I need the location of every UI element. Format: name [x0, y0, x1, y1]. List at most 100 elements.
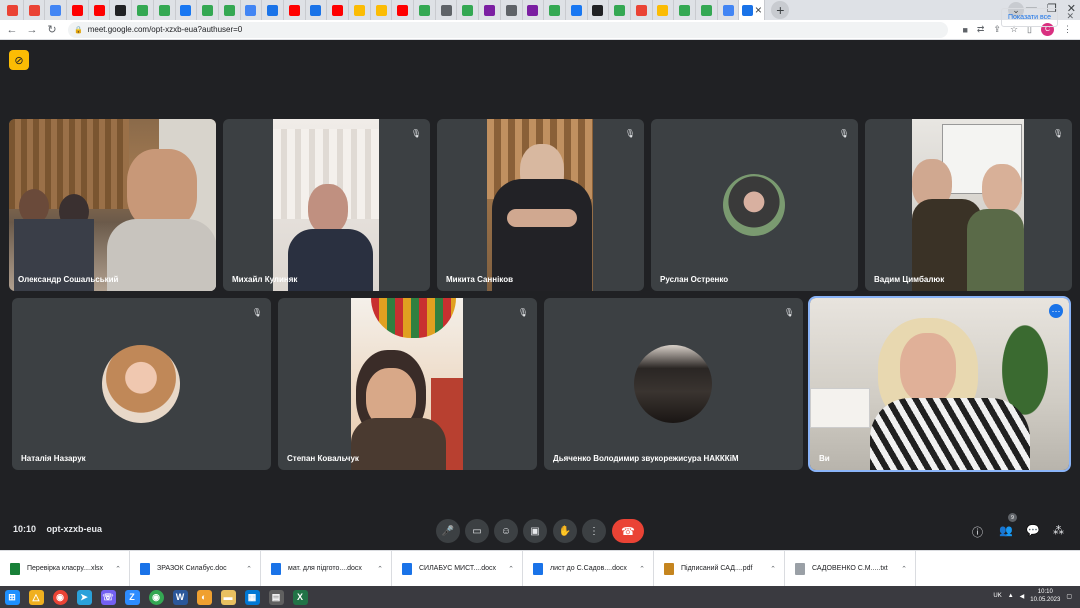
meeting-details-icon[interactable]: ⓘ: [972, 524, 983, 540]
browser-tab[interactable]: [327, 0, 349, 20]
menu-icon[interactable]: ⋮: [1063, 24, 1072, 35]
chevron-up-icon[interactable]: ⌃: [770, 565, 776, 573]
download-item[interactable]: Підписаний САД....pdf ⌃: [654, 550, 785, 587]
participant-tile[interactable]: 🎙 Дьяченко Володимир звукорежисура НАККК…: [544, 298, 803, 470]
more-options-button[interactable]: ⋮: [582, 519, 606, 543]
browser-tab[interactable]: [110, 0, 133, 20]
clock[interactable]: 10:10 10.05.2023: [1030, 588, 1060, 604]
chevron-up-icon[interactable]: ⌃: [115, 565, 121, 573]
browser-tab[interactable]: [457, 0, 480, 20]
browser-tab[interactable]: [414, 0, 436, 20]
back-icon[interactable]: ←: [4, 24, 20, 36]
participant-tile[interactable]: Олександр Сошальський: [9, 119, 216, 291]
browser-tab[interactable]: [392, 0, 415, 20]
language-indicator[interactable]: UK: [993, 593, 1001, 599]
chevron-up-icon[interactable]: ⌃: [246, 565, 252, 573]
browser-tab[interactable]: [609, 0, 631, 20]
show-all-downloads-button[interactable]: Показати все: [1001, 8, 1058, 27]
new-tab-button[interactable]: +: [771, 1, 790, 19]
address-bar[interactable]: 🔒 meet.google.com/opt-xzxb-eua?authuser=…: [68, 21, 948, 38]
browser-tab[interactable]: [501, 0, 523, 20]
browser-tab[interactable]: [241, 0, 263, 20]
browser-tab[interactable]: [197, 0, 219, 20]
forward-icon[interactable]: →: [24, 24, 40, 36]
browser-tab[interactable]: [262, 0, 284, 20]
taskbar-app[interactable]: ◉: [144, 586, 168, 608]
browser-tab[interactable]: [284, 0, 306, 20]
taskbar-app[interactable]: ◉: [48, 586, 72, 608]
reactions-button[interactable]: ☺: [494, 519, 518, 543]
leave-call-button[interactable]: ☎: [612, 519, 644, 543]
host-controls-icon[interactable]: ⊘: [9, 50, 29, 70]
browser-tab[interactable]: [436, 0, 458, 20]
browser-tab[interactable]: [696, 0, 718, 20]
taskbar-app[interactable]: ➤: [72, 586, 96, 608]
participant-tile[interactable]: 🎙 Наталія Назарук: [12, 298, 271, 470]
chevron-up-icon[interactable]: ⌃: [639, 565, 645, 573]
browser-tab[interactable]: [132, 0, 154, 20]
browser-tab[interactable]: [371, 0, 393, 20]
taskbar-app[interactable]: X: [288, 586, 312, 608]
browser-tab[interactable]: [89, 0, 111, 20]
camera-status-icon[interactable]: ■: [962, 25, 967, 35]
browser-tab[interactable]: [219, 0, 241, 20]
browser-tab[interactable]: [718, 0, 740, 20]
taskbar-app[interactable]: Z: [120, 586, 144, 608]
taskbar-app[interactable]: △: [24, 586, 48, 608]
participant-tile[interactable]: 🎙 Вадим Цимбалюк: [865, 119, 1072, 291]
participant-tile[interactable]: 🎙 Микита Санніков: [437, 119, 644, 291]
download-item[interactable]: лист до С.Садов....docx ⌃: [523, 550, 654, 587]
participant-tile[interactable]: 🎙 Руслан Остренко: [651, 119, 858, 291]
download-item[interactable]: Перевірка класру....xlsx ⌃: [0, 550, 130, 587]
browser-tab[interactable]: [653, 0, 675, 20]
network-icon[interactable]: ▲: [1008, 593, 1014, 599]
download-item[interactable]: САДОВЕНКО С.М.....txt ⌃: [785, 550, 916, 587]
chevron-up-icon[interactable]: ⌃: [508, 565, 514, 573]
browser-tab[interactable]: [67, 0, 89, 20]
more-options-icon[interactable]: ⋯: [1049, 304, 1063, 318]
browser-tab[interactable]: [631, 0, 653, 20]
browser-tab[interactable]: [24, 0, 46, 20]
translate-icon[interactable]: ⇄: [977, 24, 985, 35]
browser-tab[interactable]: [349, 0, 371, 20]
chat-icon[interactable]: 💬: [1026, 524, 1040, 537]
camera-button[interactable]: ▭: [465, 519, 489, 543]
download-item[interactable]: мат. для підгото....docx ⌃: [261, 550, 392, 587]
reload-icon[interactable]: ↻: [44, 23, 60, 36]
taskbar-app[interactable]: W: [168, 586, 192, 608]
self-tile[interactable]: ⋯ Ви: [808, 296, 1071, 472]
chevron-up-icon[interactable]: ⌃: [901, 565, 907, 573]
chevron-up-icon[interactable]: ⌃: [377, 565, 383, 573]
download-item[interactable]: СИЛАБУС МИСТ....docx ⌃: [392, 550, 523, 587]
browser-tab[interactable]: [674, 0, 696, 20]
notifications-icon[interactable]: ▢: [1066, 593, 1072, 600]
browser-tab[interactable]: [479, 0, 501, 20]
browser-tab[interactable]: [566, 0, 588, 20]
taskbar-app[interactable]: ☏: [96, 586, 120, 608]
participant-tile[interactable]: 🎙 Михайл Кулиняк: [223, 119, 430, 291]
participant-tile[interactable]: 🎙 Степан Ковальчук: [278, 298, 537, 470]
people-icon[interactable]: 👥: [999, 524, 1013, 537]
microphone-button[interactable]: 🎤: [436, 519, 460, 543]
share-icon[interactable]: ⇪: [993, 24, 1001, 35]
browser-tab[interactable]: [588, 0, 610, 20]
tab-close-icon[interactable]: ×: [755, 3, 762, 17]
present-button[interactable]: ▣: [523, 519, 547, 543]
taskbar-app[interactable]: ◐: [192, 586, 216, 608]
browser-tab[interactable]: [2, 0, 24, 20]
taskbar-app[interactable]: ▤: [264, 586, 288, 608]
browser-tab[interactable]: [176, 0, 198, 20]
close-downloads-icon[interactable]: ✕: [1066, 11, 1074, 22]
taskbar-app[interactable]: ▬: [216, 586, 240, 608]
raise-hand-button[interactable]: ✋: [553, 519, 577, 543]
download-item[interactable]: ЗРАЗОК Силабус.doc ⌃: [130, 550, 261, 587]
browser-tab[interactable]: ×: [739, 0, 766, 20]
volume-icon[interactable]: ◀: [1020, 593, 1025, 600]
activities-icon[interactable]: ⁂: [1053, 524, 1064, 537]
browser-tab[interactable]: [45, 0, 68, 20]
browser-tab[interactable]: [306, 0, 328, 20]
browser-tab[interactable]: [544, 0, 566, 20]
start-button[interactable]: ⊞: [0, 586, 24, 608]
browser-tab[interactable]: [523, 0, 545, 20]
browser-tab[interactable]: [154, 0, 176, 20]
